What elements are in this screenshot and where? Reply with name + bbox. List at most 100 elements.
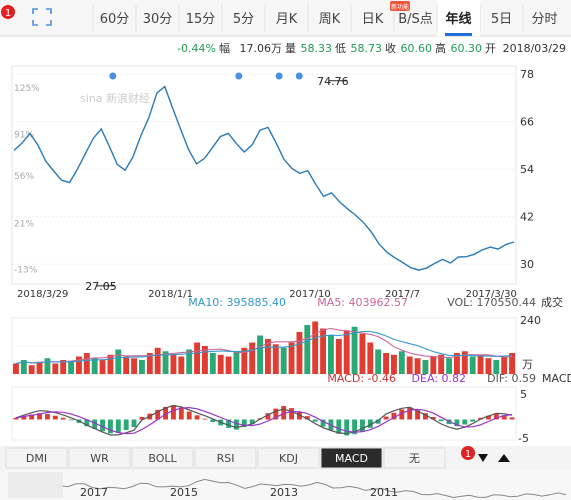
new-feature-badge: 新功能 [390, 1, 410, 11]
event-marker[interactable] [295, 72, 303, 80]
macd-title: MACD [542, 372, 571, 385]
volume-legend-item: MA5: 403962.57 [317, 296, 408, 309]
range-overview[interactable]: 2017 2015 2013 2011 [0, 470, 571, 500]
volume-bar [99, 360, 106, 374]
indicator-tab-label: 无 [409, 452, 420, 465]
price-y-tick: 42 [520, 211, 534, 224]
indicator-tab-label: RSI [217, 452, 235, 465]
macd-legend-item: MACD: -0.46 [327, 372, 396, 385]
change-label: 幅 [219, 42, 230, 55]
open-value: 60.30 [451, 42, 483, 55]
event-marker[interactable] [109, 72, 117, 80]
volume-bar [257, 335, 263, 374]
price-chart[interactable]: 7866544230 125%91%56%21%-13% sina 新浪财经 7… [11, 65, 534, 300]
svg-text:新功能: 新功能 [391, 3, 409, 11]
macd-chart[interactable]: MACD DIF: 0.59 DEA: 0.82 MACD: -0.46 5 -5 [11, 372, 571, 445]
close-value: 58.73 [351, 42, 383, 55]
volume-bar [328, 335, 334, 374]
indicator-alert-badge[interactable]: 1 [461, 446, 475, 460]
stock-chart-view: 分时 5日 年线 B/S点日K 周K 月K 5分 15分 30分 60分 1 新功能 2018/0… [0, 0, 571, 500]
volume-bar [131, 358, 137, 374]
macd-bottom-tick: -5 [518, 432, 529, 445]
indicator-tab-label: KDJ [279, 452, 298, 465]
tab-label-9: 30分 [143, 12, 173, 27]
volume-bar [335, 339, 342, 374]
tab-label-5: 周K [319, 12, 341, 27]
price-x-label: 2018/3/29 [17, 289, 68, 300]
indicator-tab-1[interactable]: WR [68, 447, 131, 469]
price-y-tick: 78 [520, 68, 534, 81]
close-label: 收 [385, 41, 396, 55]
volume-bar [359, 333, 366, 374]
event-marker[interactable] [235, 72, 243, 80]
volume-bar [154, 347, 161, 374]
volume-bar [343, 330, 350, 374]
volume-bar [139, 360, 145, 374]
percent-tick: 125% [14, 84, 40, 94]
change-value: -0.44% [177, 42, 216, 55]
percent-tick: -13% [14, 266, 38, 276]
indicator-tab-5[interactable]: MACD [320, 447, 383, 469]
percent-tick: 21% [14, 219, 34, 229]
tab-label-4: 日K [362, 12, 384, 27]
volume-bar [272, 344, 279, 374]
indicator-tab-0[interactable]: DMI [5, 447, 68, 469]
dea-line [15, 406, 513, 435]
tab-label-8: 15分 [186, 12, 216, 27]
volume-bar [217, 354, 224, 374]
volume-bar [477, 354, 484, 374]
indicator-tabs: DMI WR BOLL RSI KDJ MACD 无 1 [0, 446, 571, 470]
tab-label-7: 5分 [233, 12, 254, 27]
volume-bar [170, 354, 177, 374]
tab-label-1: 5日 [491, 12, 512, 27]
tab-2[interactable]: 年线 [436, 0, 480, 36]
high-value: 60.60 [401, 42, 433, 55]
volume-bar [178, 356, 185, 374]
volume-bar [76, 356, 82, 374]
volume-legend-item: VOL: 170550.44 [447, 296, 536, 309]
volume-bar [68, 361, 74, 374]
overview-handle[interactable] [8, 472, 63, 498]
indicator-tab-label: MACD [335, 452, 368, 465]
dif-line [15, 404, 513, 436]
volume-bar [36, 361, 43, 374]
volume-bar [107, 354, 114, 374]
indicator-tab-2[interactable]: BOLL [131, 447, 194, 469]
quote-date: 2018/03/29 [503, 42, 566, 55]
period-toolbar: 分时 5日 年线 B/S点日K 周K 月K 5分 15分 30分 60分 1 新功能 [0, 0, 571, 37]
indicator-tab-6[interactable]: 无 [383, 447, 446, 469]
overview-year-label: 2015 [170, 486, 198, 499]
volume-bar [28, 365, 35, 374]
alert-badge[interactable]: 1 [1, 5, 15, 19]
percent-tick: 56% [14, 172, 34, 182]
tab-label-3: B/S点 [398, 12, 433, 27]
macd-legend-item: DIF: 0.59 [487, 372, 536, 385]
price-y-tick: 54 [520, 163, 534, 176]
event-marker[interactable] [275, 72, 283, 80]
volume-value: 17.06万 [240, 42, 283, 55]
price-x-label: 2018/1/1 [148, 289, 193, 300]
indicator-tab-4[interactable]: KDJ [257, 447, 320, 469]
watermark: sina 新浪财经 [80, 91, 150, 105]
volume-bar [83, 353, 90, 374]
tab-label-0: 分时 [531, 12, 557, 27]
volume-legend-item: MA10: 395885.40 [188, 296, 286, 309]
low-label: 低 [335, 42, 346, 55]
volume-bar [91, 358, 98, 374]
volume-title: 成交 [541, 295, 563, 309]
volume-bar [398, 351, 405, 374]
overview-year-label: 2011 [370, 486, 398, 499]
tab-label-2: 年线 [445, 11, 471, 27]
high-label: 高 [435, 41, 446, 55]
svg-text:1: 1 [5, 8, 11, 19]
low-value: 58.33 [301, 42, 333, 55]
volume-bar [288, 342, 295, 374]
indicator-tab-3[interactable]: RSI [194, 447, 257, 469]
indicator-tab-label: DMI [26, 452, 47, 465]
volume-bar [469, 356, 476, 374]
volume-label: 量 [285, 42, 296, 55]
overview-year-label: 2013 [270, 486, 298, 499]
volume-chart[interactable]: 成交 VOL: 170550.44 MA5: 403962.57 MA10: 3958… [11, 295, 563, 375]
macd-legend-item: DEA: 0.82 [412, 372, 466, 385]
volume-bar [115, 349, 122, 374]
